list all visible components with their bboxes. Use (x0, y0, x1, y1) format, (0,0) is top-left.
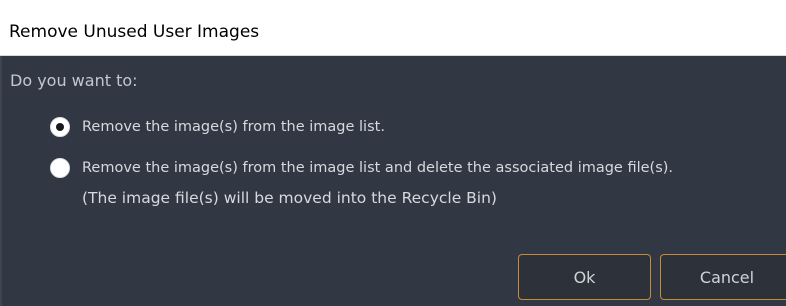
dialog-title: Remove Unused User Images (9, 22, 260, 42)
option-remove-and-delete-line1: Remove the image(s) from the image list … (82, 160, 674, 176)
radio-button-checked[interactable] (50, 117, 70, 137)
option-remove-and-delete-line2: (The image file(s) will be moved into th… (82, 189, 497, 207)
dialog-prompt: Do you want to: (10, 71, 138, 90)
dialog-titlebar: Remove Unused User Images (0, 0, 786, 56)
option-remove-from-list[interactable]: Remove the image(s) from the image list. (50, 117, 385, 138)
option-remove-and-delete-label: Remove the image(s) from the image list … (82, 158, 673, 209)
option-remove-and-delete[interactable]: Remove the image(s) from the image list … (50, 158, 673, 209)
remove-unused-images-dialog: Remove Unused User Images Do you want to… (0, 0, 786, 306)
option-remove-from-list-label: Remove the image(s) from the image list. (82, 119, 385, 135)
dialog-body: Do you want to: Remove the image(s) from… (0, 56, 786, 306)
ok-button[interactable]: Ok (518, 254, 651, 300)
radio-button-unchecked[interactable] (50, 158, 70, 178)
cancel-button[interactable]: Cancel (660, 254, 786, 300)
